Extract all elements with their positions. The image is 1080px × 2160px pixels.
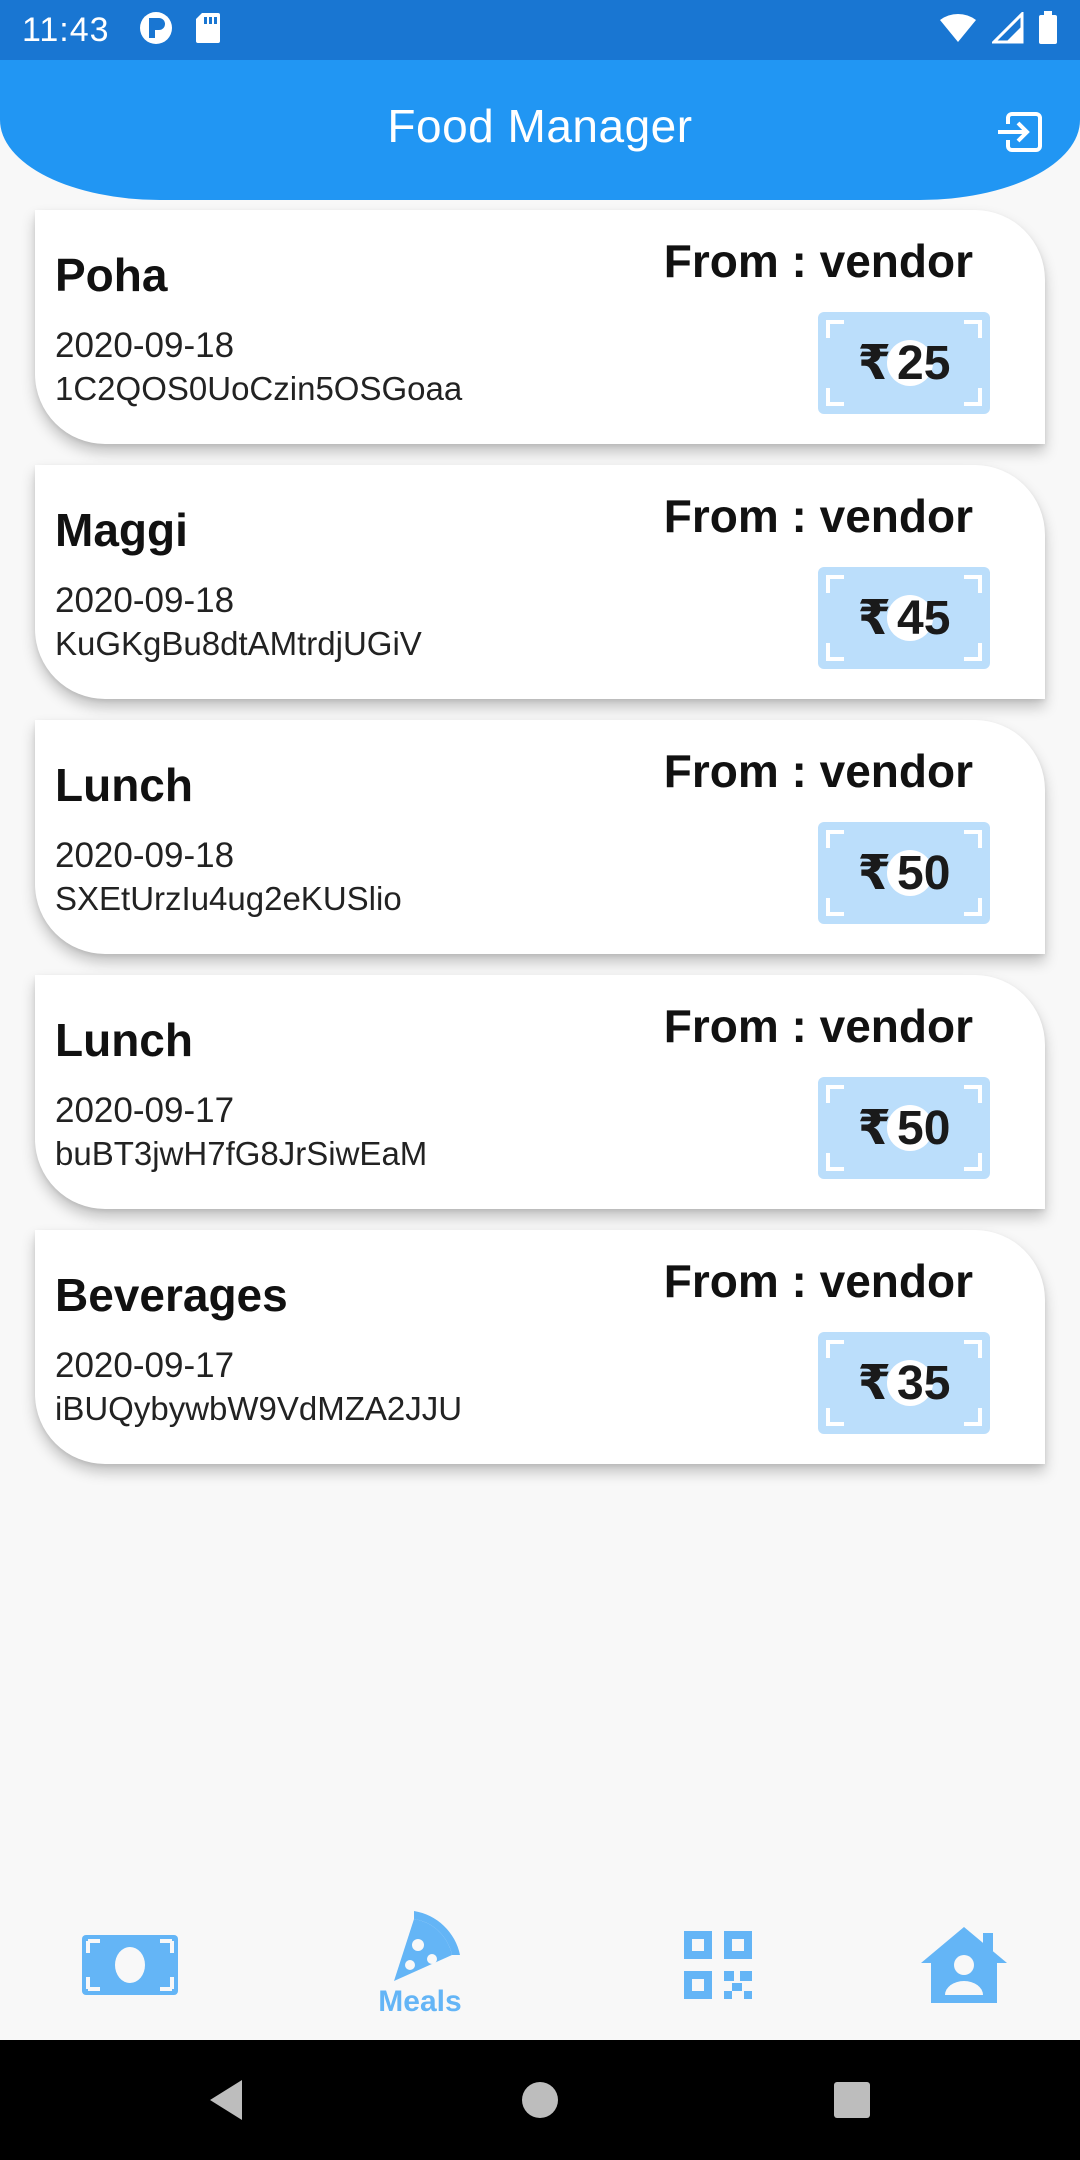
- signal-icon: [990, 9, 1024, 49]
- status-left-icons: [138, 10, 222, 51]
- nav-item-payments[interactable]: [70, 1890, 190, 2040]
- qr-code-icon: [684, 1931, 752, 1999]
- app-bar: Food Manager: [0, 60, 1080, 200]
- meal-name: Beverages: [55, 1269, 288, 1321]
- meal-date: 2020-09-17: [55, 1091, 235, 1130]
- bottom-nav: Meals: [0, 1890, 1080, 2040]
- sd-card-icon: [194, 11, 222, 50]
- rupee-symbol: ₹: [857, 335, 891, 391]
- status-right-icons: [938, 9, 1058, 50]
- meal-price: 50: [897, 846, 951, 900]
- meal-id: 1C2QOS0UoCzin5OSGoaa: [55, 370, 463, 407]
- rupee-symbol: ₹: [857, 1355, 891, 1411]
- meal-price: 25: [897, 336, 951, 390]
- meal-id: buBT3jwH7fG8JrSiwEaM: [55, 1135, 428, 1172]
- meal-price: 35: [897, 1356, 951, 1410]
- rupee-symbol: ₹: [857, 590, 891, 646]
- wifi-icon: [938, 12, 978, 49]
- meal-vendor: From : vendor: [663, 1000, 973, 1052]
- meal-card[interactable]: Lunch 2020-09-17 buBT3jwH7fG8JrSiwEaM Fr…: [35, 975, 1045, 1209]
- back-button[interactable]: [166, 2040, 286, 2160]
- circle-home-icon: [522, 2082, 558, 2118]
- price-badge: ₹25: [818, 312, 990, 414]
- meal-date: 2020-09-18: [55, 581, 235, 620]
- battery-icon: [1038, 10, 1058, 50]
- meal-price: 50: [897, 1101, 951, 1155]
- meal-name: Poha: [55, 249, 168, 301]
- meal-date: 2020-09-18: [55, 326, 235, 365]
- pizza-icon: [394, 1911, 460, 1981]
- home-button[interactable]: [480, 2040, 600, 2160]
- notification-app-icon: [138, 10, 174, 51]
- meal-price: 45: [897, 591, 951, 645]
- meal-name: Lunch: [55, 759, 193, 811]
- meal-vendor: From : vendor: [663, 1255, 973, 1307]
- meal-id: iBUQybywbW9VdMZA2JJU: [55, 1390, 463, 1427]
- recents-button[interactable]: [792, 2040, 912, 2160]
- nav-item-meals[interactable]: Meals: [360, 1890, 480, 2040]
- meal-card[interactable]: Maggi 2020-09-18 KuGKgBu8dtAMtrdjUGiV Fr…: [35, 465, 1045, 699]
- money-icon: [82, 1935, 178, 1995]
- meal-date: 2020-09-17: [55, 1346, 235, 1385]
- meal-id: SXEtUrzIu4ug2eKUSlio: [55, 880, 402, 917]
- meal-vendor: From : vendor: [663, 745, 973, 797]
- square-recents-icon: [834, 2082, 870, 2118]
- meal-date: 2020-09-18: [55, 836, 235, 875]
- system-nav-bar: [0, 2040, 1080, 2160]
- rupee-symbol: ₹: [857, 1100, 891, 1156]
- meal-name: Lunch: [55, 1014, 193, 1066]
- nav-item-qr-scan[interactable]: [658, 1890, 778, 2040]
- price-badge: ₹35: [818, 1332, 990, 1434]
- meal-vendor: From : vendor: [663, 490, 973, 542]
- nav-label-meals: Meals: [378, 1985, 462, 2018]
- meal-card[interactable]: Poha 2020-09-18 1C2QOS0UoCzin5OSGoaa Fro…: [35, 210, 1045, 444]
- meal-name: Maggi: [55, 504, 188, 556]
- meal-card[interactable]: Beverages 2020-09-17 iBUQybywbW9VdMZA2JJ…: [35, 1230, 1045, 1464]
- back-icon: [210, 2080, 242, 2120]
- price-badge: ₹50: [818, 1077, 990, 1179]
- status-bar: 11:43: [0, 0, 1080, 60]
- meal-id: KuGKgBu8dtAMtrdjUGiV: [55, 625, 422, 662]
- logout-button[interactable]: [994, 106, 1046, 158]
- logout-icon: [998, 112, 1042, 152]
- page-title: Food Manager: [387, 100, 693, 152]
- rupee-symbol: ₹: [857, 845, 891, 901]
- status-time: 11:43: [22, 10, 110, 49]
- meal-vendor: From : vendor: [663, 235, 973, 287]
- price-badge: ₹45: [818, 567, 990, 669]
- nav-item-home[interactable]: [904, 1890, 1024, 2040]
- price-badge: ₹50: [818, 822, 990, 924]
- home-person-icon: [921, 1927, 1007, 2003]
- meal-card[interactable]: Lunch 2020-09-18 SXEtUrzIu4ug2eKUSlio Fr…: [35, 720, 1045, 954]
